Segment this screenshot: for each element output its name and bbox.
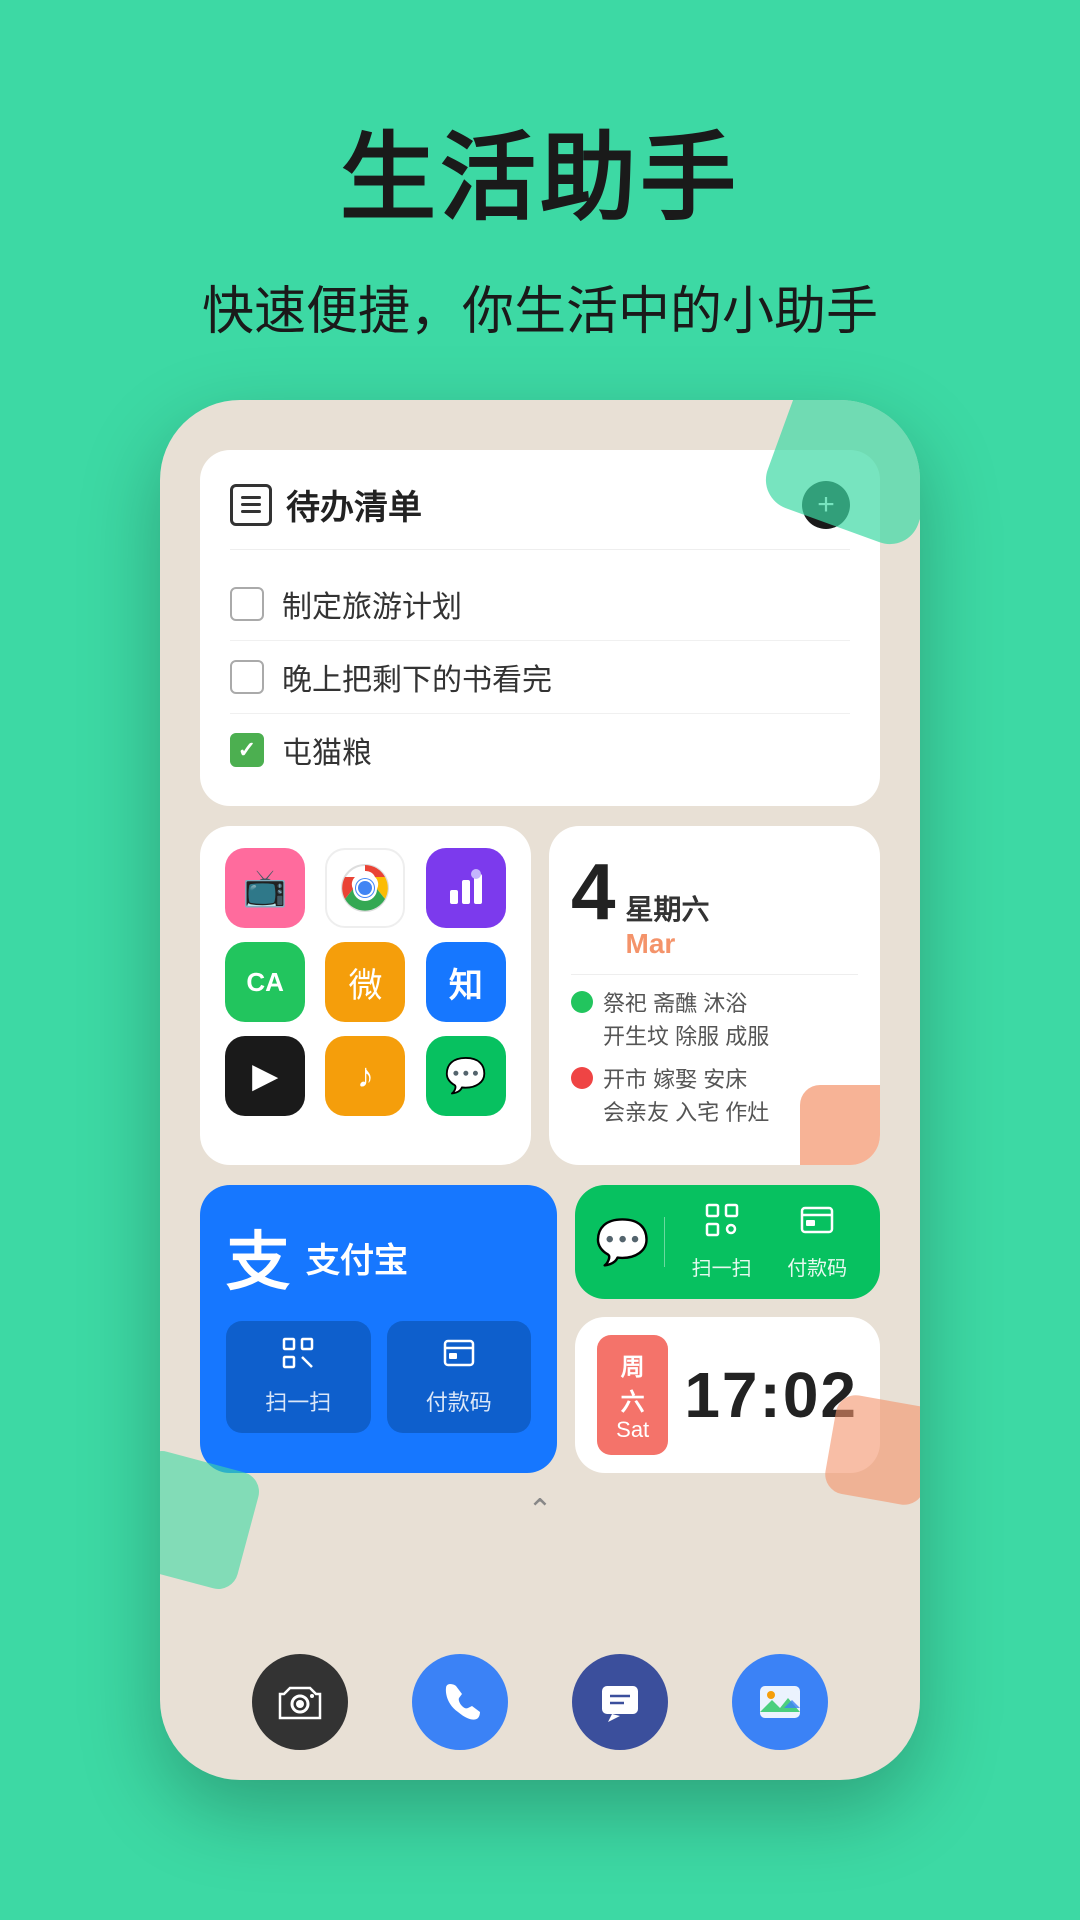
todo-checkbox-3[interactable] [230,733,264,767]
clock-time: 17:02 [684,1358,858,1432]
dock-message-button[interactable] [572,1654,668,1750]
alipay-actions: 扫一扫 付款码 [226,1321,531,1433]
todo-text-1: 制定旅游计划 [282,582,462,626]
alipay-logo: 支 [226,1211,290,1303]
app-grid-widget: 📺 [200,826,531,1165]
todo-title: 待办清单 [286,480,422,529]
wechat-pay-label: 付款码 [787,1252,847,1281]
todo-header-left: 待办清单 [230,480,422,529]
app-weibo[interactable]: 微 [325,942,405,1022]
alipay-scan-button[interactable]: 扫一扫 [226,1321,371,1433]
alipay-top: 支 支付宝 [226,1211,531,1303]
dock-camera-button[interactable] [252,1654,348,1750]
clock-weekday: 周六 [615,1347,650,1417]
app-tv[interactable]: 📺 [225,848,305,928]
wechat-scan-label: 扫一扫 [692,1252,752,1281]
wechat-actions: 扫一扫 付款码 [679,1203,860,1281]
cal-date: 4 [571,852,616,932]
header: 生活助手 快速便捷，你生活中的小助手 [0,0,1080,404]
app-subtitle: 快速便捷，你生活中的小助手 [0,269,1080,344]
wechat-logo: 💬 [595,1216,650,1268]
todo-item-3[interactable]: 屯猫粮 [230,714,850,786]
middle-row: 📺 [200,826,880,1165]
bottom-dock [160,1654,920,1750]
todo-checkbox-2[interactable] [230,660,264,694]
todo-list-icon [230,484,272,526]
scan-icon [282,1337,314,1377]
alipay-widget[interactable]: 支 支付宝 扫一扫 [200,1185,557,1473]
wechat-scan-icon [705,1203,739,1246]
wechat-pay-button[interactable]: 付款码 [787,1203,847,1281]
alipay-pay-button[interactable]: 付款码 [387,1321,532,1433]
app-zhihu[interactable]: 知 [426,942,506,1022]
cal-divider [571,974,858,975]
todo-divider [230,549,850,550]
alipay-pay-label: 付款码 [426,1385,492,1417]
cal-bad-dot [571,1067,593,1089]
phone-mockup: 待办清单 + 制定旅游计划 晚上把剩下的书看完 屯猫粮 [160,400,920,1780]
calendar-widget: 4 星期六 Mar 祭祀 斋醮 沐浴开生坟 除服 成服 开市 嫁娶 安床会亲友 … [549,826,880,1165]
dock-phone-button[interactable] [412,1654,508,1750]
wechat-scan-button[interactable]: 扫一扫 [692,1203,752,1281]
app-analytics[interactable] [426,848,506,928]
app-tiktok[interactable]: ▶ [225,1036,305,1116]
todo-checkbox-1[interactable] [230,587,264,621]
alipay-name: 支付宝 [306,1233,408,1282]
app-title: 生活助手 [0,100,1080,239]
cal-day-month: 4 星期六 Mar [571,852,858,960]
app-wechat-grid[interactable]: 💬 [426,1036,506,1116]
app-music[interactable]: ♪ [325,1036,405,1116]
alipay-scan-label: 扫一扫 [265,1385,331,1417]
cal-month: Mar [626,928,710,960]
bottom-row: 支 支付宝 扫一扫 [200,1185,880,1473]
cal-deco-orange [800,1085,880,1165]
todo-header: 待办清单 + [230,480,850,529]
wechat-pay-icon [800,1203,834,1246]
cal-weekday: 星期六 [626,888,710,928]
wechat-widget[interactable]: 💬 扫一扫 [575,1185,880,1299]
chevron-up-icon[interactable]: ⌃ [200,1493,880,1528]
dock-gallery-button[interactable] [732,1654,828,1750]
app-grid: 📺 [222,848,509,1116]
clock-sat: Sat [615,1417,650,1443]
cal-good-dot [571,991,593,1013]
todo-item-2[interactable]: 晚上把剩下的书看完 [230,641,850,714]
cal-bad-text: 开市 嫁娶 安床会亲友 入宅 作灶 [603,1063,769,1129]
deco-orange-mid [822,1392,920,1508]
cal-good-event: 祭祀 斋醮 沐浴开生坟 除服 成服 [571,987,858,1053]
clock-day-tag: 周六 Sat [597,1335,668,1455]
wechat-v-divider [664,1217,665,1267]
todo-text-2: 晚上把剩下的书看完 [282,655,552,699]
app-chrome[interactable] [325,848,405,928]
todo-text-3: 屯猫粮 [282,728,372,772]
pay-icon [443,1337,475,1377]
todo-item-1[interactable]: 制定旅游计划 [230,568,850,641]
cal-good-text: 祭祀 斋醮 沐浴开生坟 除服 成服 [603,987,769,1053]
app-ca[interactable]: CA [225,942,305,1022]
